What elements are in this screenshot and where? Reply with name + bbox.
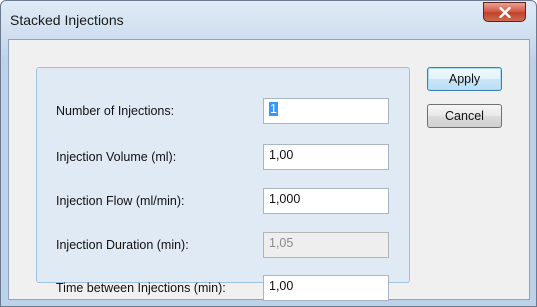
injection-settings-group: Number of Injections: 1 Injection Volume… — [36, 67, 410, 301]
injection-flow-label: Injection Flow (ml/min): — [56, 194, 185, 208]
close-x-icon — [498, 6, 511, 18]
injection-volume-input[interactable]: 1,00 — [263, 144, 389, 170]
title-bar[interactable]: Stacked Injections — [1, 1, 536, 39]
injection-volume-label: Injection Volume (ml): — [56, 150, 177, 164]
dialog-client-area: Number of Injections: 1 Injection Volume… — [8, 39, 530, 301]
close-button[interactable] — [483, 2, 526, 22]
number-of-injections-input[interactable]: 1 — [263, 98, 389, 124]
injection-duration-label: Injection Duration (min): — [56, 238, 189, 252]
number-of-injections-value: 1 — [269, 102, 278, 116]
number-of-injections-label: Number of Injections: — [56, 104, 175, 118]
time-between-injections-input[interactable]: 1,00 — [263, 275, 389, 301]
cancel-button[interactable]: Cancel — [427, 104, 502, 128]
time-between-injections-label: Time between Injections (min): — [56, 281, 226, 295]
injection-duration-input: 1,05 — [263, 232, 389, 258]
injection-flow-input[interactable]: 1,000 — [263, 188, 389, 214]
stacked-injections-dialog: Stacked Injections Number of Injections:… — [0, 0, 537, 307]
dialog-title: Stacked Injections — [10, 12, 124, 28]
apply-button[interactable]: Apply — [427, 67, 502, 91]
